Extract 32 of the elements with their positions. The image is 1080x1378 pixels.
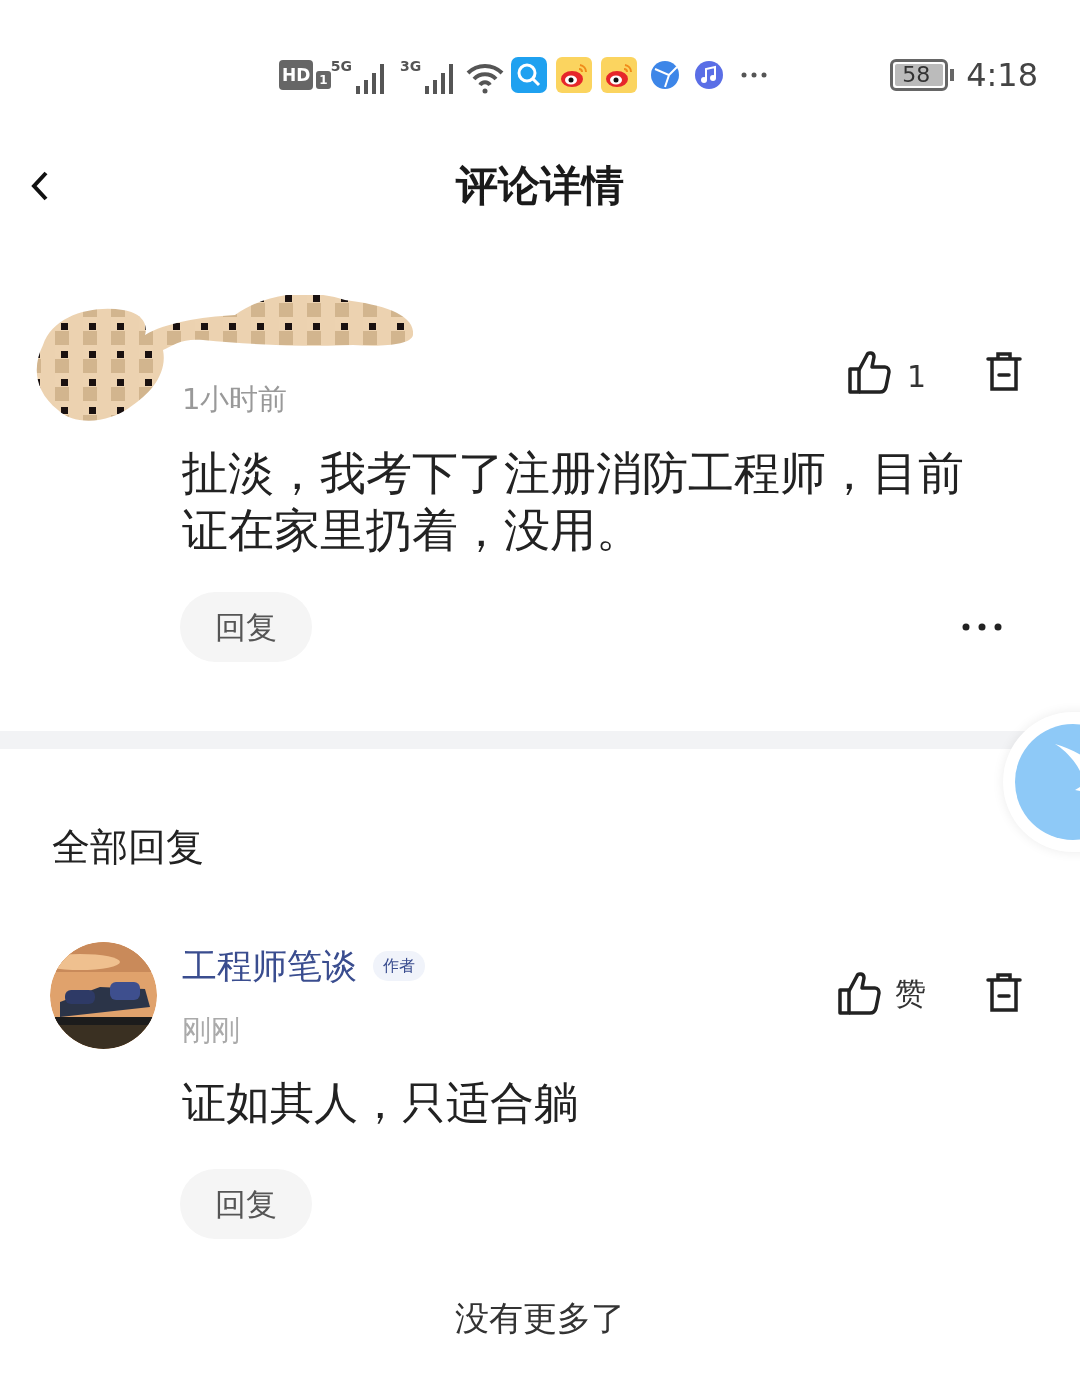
more-icon[interactable]: [962, 623, 1002, 631]
hd-indicator: HD: [279, 60, 314, 90]
trash-icon[interactable]: [986, 972, 1022, 1014]
network-type-label: 3G: [399, 57, 422, 76]
trash-icon[interactable]: [986, 351, 1022, 393]
music-app-icon: [693, 59, 726, 91]
sim-slot-indicator: 1: [316, 71, 331, 89]
reply-button[interactable]: 回复: [180, 592, 312, 662]
network-type-label: 5G: [330, 57, 352, 76]
back-icon[interactable]: [31, 170, 49, 202]
page-title: 评论详情: [456, 159, 624, 212]
like-button[interactable]: 1: [846, 349, 926, 395]
eye-app-icon: [556, 57, 593, 93]
end-of-list-text: 没有更多了: [455, 1298, 625, 1338]
more-notifications-icon: [741, 72, 768, 78]
replies-section-title: 全部回复: [52, 824, 205, 871]
reply-text: 证如其人，只适合躺: [182, 1076, 579, 1130]
reply-button[interactable]: 回复: [180, 1169, 312, 1239]
thumbs-up-icon: [837, 970, 881, 1017]
thumbs-up-icon: [846, 349, 891, 395]
search-app-icon: [511, 57, 548, 93]
author-badge: 作者: [373, 951, 425, 982]
battery-indicator: 58: [890, 59, 949, 91]
eye-app-icon: [601, 57, 638, 93]
author-name[interactable]: 工程师笔谈: [182, 940, 357, 993]
reply-time: 刚刚: [182, 1011, 241, 1049]
globe-app-icon: [649, 59, 682, 91]
clock-time: 4:18: [966, 55, 1038, 96]
comment-time: 1小时前: [182, 381, 288, 418]
like-button[interactable]: 赞: [837, 970, 926, 1017]
wifi-icon: [465, 62, 506, 94]
comment-text: 扯淡，我考下了注册消防工程师，目前证在家里扔着，没用。: [182, 445, 965, 559]
